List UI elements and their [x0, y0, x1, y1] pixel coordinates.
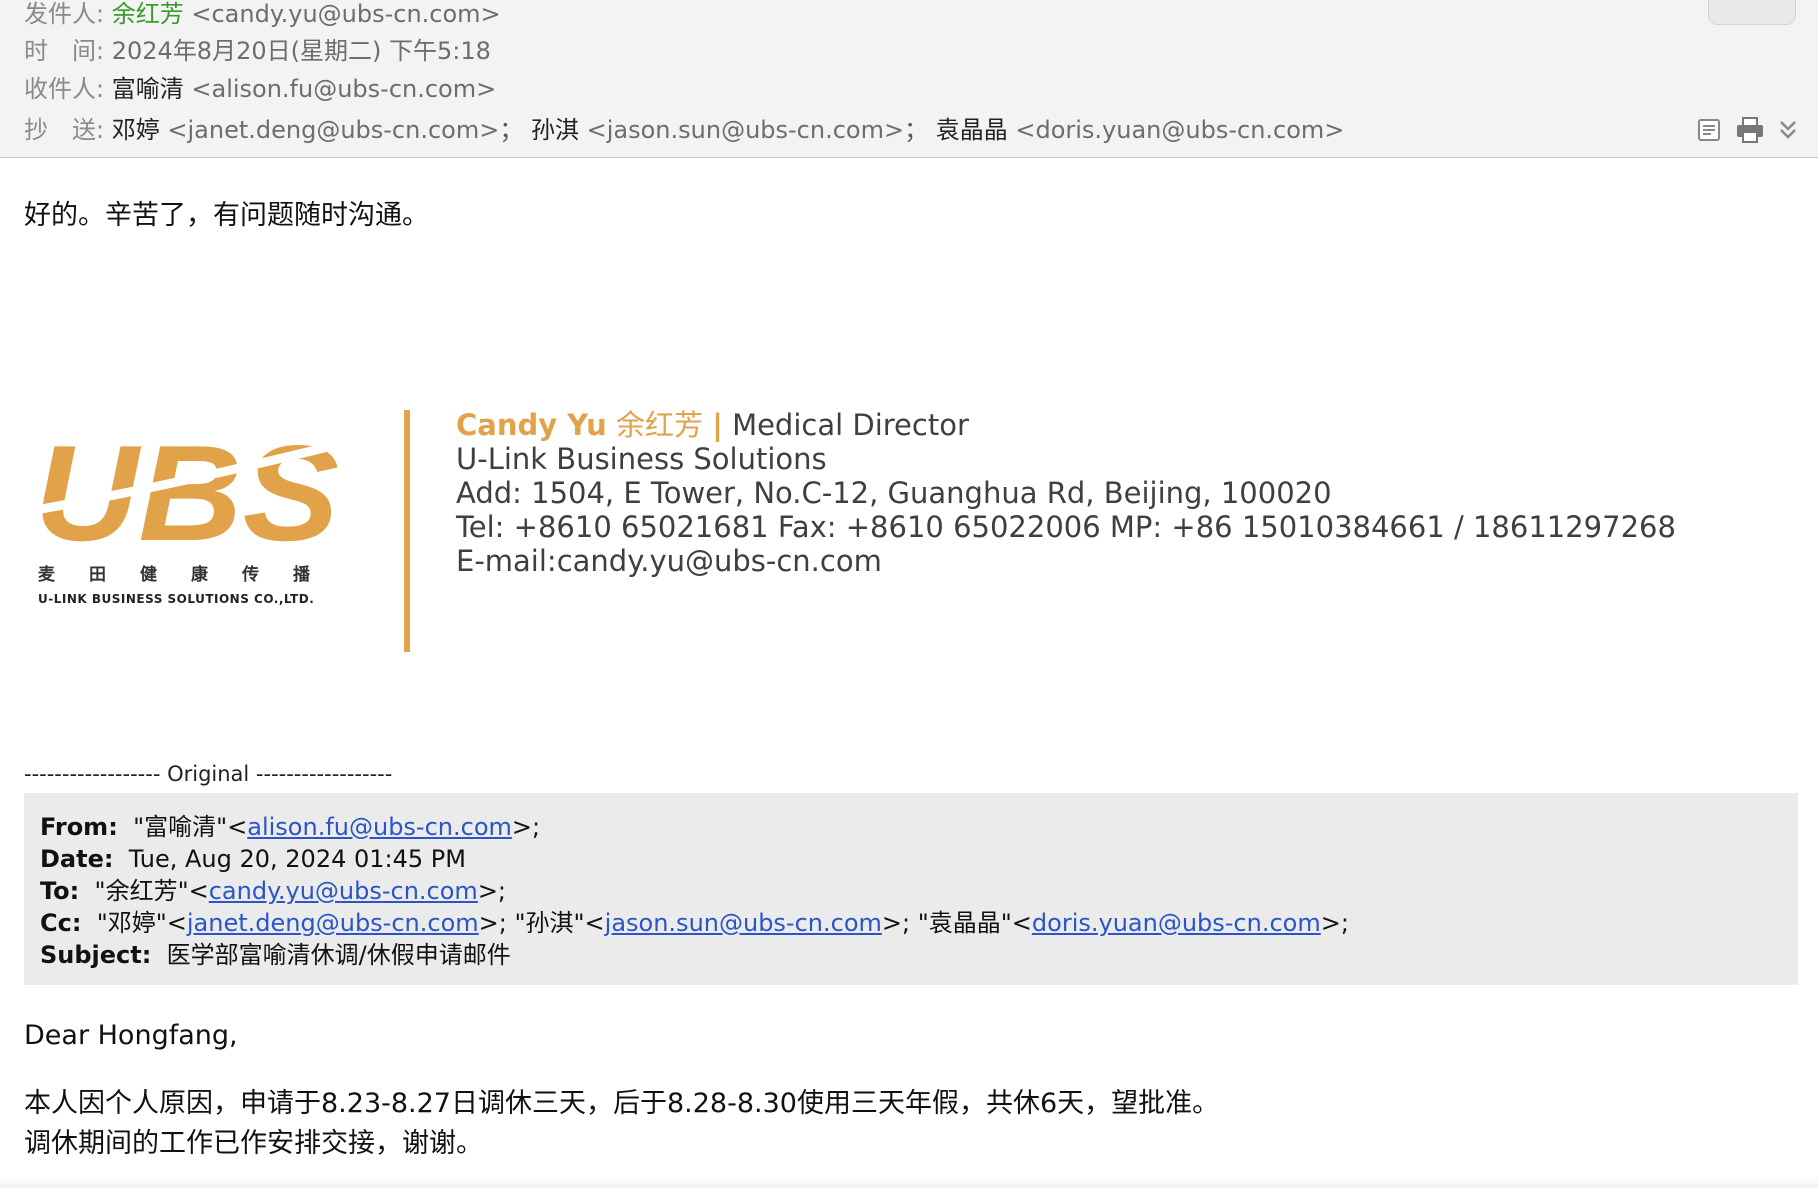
original-from-row: From: "富喻清"<alison.fu@ubs-cn.com>; — [40, 811, 1782, 843]
cc-separator: ； — [499, 116, 524, 144]
expand-chevron-icon[interactable] — [1778, 118, 1798, 146]
original-to-row: To: "余红芳"<candy.yu@ubs-cn.com>; — [40, 875, 1782, 907]
recipient-email[interactable]: <alison.fu@ubs-cn.com> — [191, 75, 496, 103]
signature-divider: | — [712, 408, 723, 442]
original-from-end: >; — [511, 813, 541, 841]
original-from-name: "富喻清"< — [133, 813, 248, 841]
to-row: 收件人: 富喻清 <alison.fu@ubs-cn.com> — [24, 72, 496, 106]
signature-phones: Tel: +8610 65021681 Fax: +8610 65022006 … — [456, 510, 1676, 544]
from-row: 发件人: 余红芳 <candy.yu@ubs-cn.com> — [24, 0, 501, 31]
original-message-header: From: "富喻清"<alison.fu@ubs-cn.com>; Date:… — [24, 793, 1798, 985]
signature-name-en: Candy Yu — [456, 408, 607, 442]
logo-english-name: U-LINK BUSINESS SOLUTIONS CO.,LTD. — [38, 592, 315, 606]
body-line-2: 调休期间的工作已作安排交接，谢谢。 — [24, 1128, 483, 1159]
original-subject-label: Subject: — [40, 941, 152, 969]
to-label: 收件人: — [24, 75, 105, 103]
cc-email[interactable]: <doris.yuan@ubs-cn.com> — [1015, 116, 1344, 144]
cc-name[interactable]: 袁晶晶 — [936, 116, 1008, 144]
original-to-name: "余红芳"< — [94, 877, 209, 905]
mail-header: 发件人: 余红芳 <candy.yu@ubs-cn.com> 时 间: 2024… — [0, 0, 1818, 158]
original-from-link[interactable]: alison.fu@ubs-cn.com — [247, 813, 512, 841]
signature-name-line: Candy Yu 余红芳 | Medical Director — [456, 408, 1676, 442]
time-value: 2024年8月20日(星期二) 下午5:18 — [111, 37, 491, 65]
original-cc-name: "袁晶晶"< — [917, 909, 1032, 937]
sender-email[interactable]: <candy.yu@ubs-cn.com> — [191, 0, 500, 28]
original-cc-sep: >; — [881, 909, 918, 937]
original-date-row: Date: Tue, Aug 20, 2024 01:45 PM — [40, 843, 1782, 875]
original-body: Dear Hongfang, 本人因个人原因，申请于8.23-8.27日调休三天… — [24, 1016, 1219, 1164]
from-label: 发件人: — [24, 0, 105, 28]
header-toolbar — [1688, 116, 1798, 146]
cc-row: 抄 送: 邓婷 <janet.deng@ubs-cn.com>； 孙淇 <jas… — [24, 113, 1344, 147]
time-row: 时 间: 2024年8月20日(星期二) 下午5:18 — [24, 34, 491, 68]
original-date-label: Date: — [40, 845, 114, 873]
original-cc-link[interactable]: doris.yuan@ubs-cn.com — [1032, 909, 1321, 937]
cc-email[interactable]: <jason.sun@ubs-cn.com> — [587, 116, 904, 144]
original-cc-link[interactable]: janet.deng@ubs-cn.com — [187, 909, 479, 937]
signature-title: Medical Director — [732, 408, 969, 442]
reply-text: 好的。辛苦了，有问题随时沟通。 — [24, 200, 429, 231]
original-to-end: >; — [477, 877, 507, 905]
signature-address: Add: 1504, E Tower, No.C-12, Guanghua Rd… — [456, 476, 1332, 510]
original-date-value: Tue, Aug 20, 2024 01:45 PM — [128, 845, 466, 873]
signature-name-cn: 余红芳 — [616, 408, 704, 442]
cc-name[interactable]: 孙淇 — [531, 116, 579, 144]
original-cc-row: Cc: "邓婷"<janet.deng@ubs-cn.com>; "孙淇"<ja… — [40, 907, 1782, 939]
original-cc-name: "孙淇"< — [514, 909, 605, 937]
attachment-thumbnail[interactable] — [1708, 0, 1796, 25]
signature-company: U-Link Business Solutions — [456, 442, 827, 476]
original-subject-row: Subject: 医学部富喻清休调/休假申请邮件 — [40, 939, 1782, 971]
bottom-shadow — [0, 1176, 1818, 1188]
company-logo: UBS — [30, 417, 350, 569]
cc-separator: ； — [904, 116, 929, 144]
original-cc-sep: >; — [1320, 909, 1349, 937]
signature-divider-bar — [404, 410, 410, 652]
note-icon[interactable] — [1696, 117, 1722, 147]
print-icon[interactable] — [1735, 116, 1765, 148]
original-to-link[interactable]: candy.yu@ubs-cn.com — [209, 877, 478, 905]
greeting: Dear Hongfang, — [24, 1020, 238, 1051]
original-cc-label: Cc: — [40, 909, 82, 937]
original-subject-value: 医学部富喻清休调/休假申请邮件 — [166, 941, 511, 969]
sender-name[interactable]: 余红芳 — [112, 0, 184, 28]
original-cc-name: "邓婷"< — [96, 909, 187, 937]
original-separator: ------------------ Original ------------… — [24, 762, 393, 786]
time-label: 时 间: — [24, 37, 105, 65]
cc-name[interactable]: 邓婷 — [112, 116, 160, 144]
original-cc-link[interactable]: jason.sun@ubs-cn.com — [605, 909, 882, 937]
body-line-1: 本人因个人原因，申请于8.23-8.27日调休三天，后于8.28-8.30使用三… — [24, 1088, 1220, 1119]
original-to-label: To: — [40, 877, 80, 905]
cc-email[interactable]: <janet.deng@ubs-cn.com> — [167, 116, 499, 144]
cc-label: 抄 送: — [24, 116, 105, 144]
original-cc-sep: >; — [478, 909, 515, 937]
signature-block: Candy Yu 余红芳 | Medical Director U-Link B… — [456, 408, 1676, 578]
signature-email[interactable]: E-mail:candy.yu@ubs-cn.com — [456, 544, 1676, 578]
logo-chinese-name: 麦田健康传播 — [38, 565, 344, 585]
original-from-label: From: — [40, 813, 118, 841]
recipient-name[interactable]: 富喻清 — [112, 75, 184, 103]
